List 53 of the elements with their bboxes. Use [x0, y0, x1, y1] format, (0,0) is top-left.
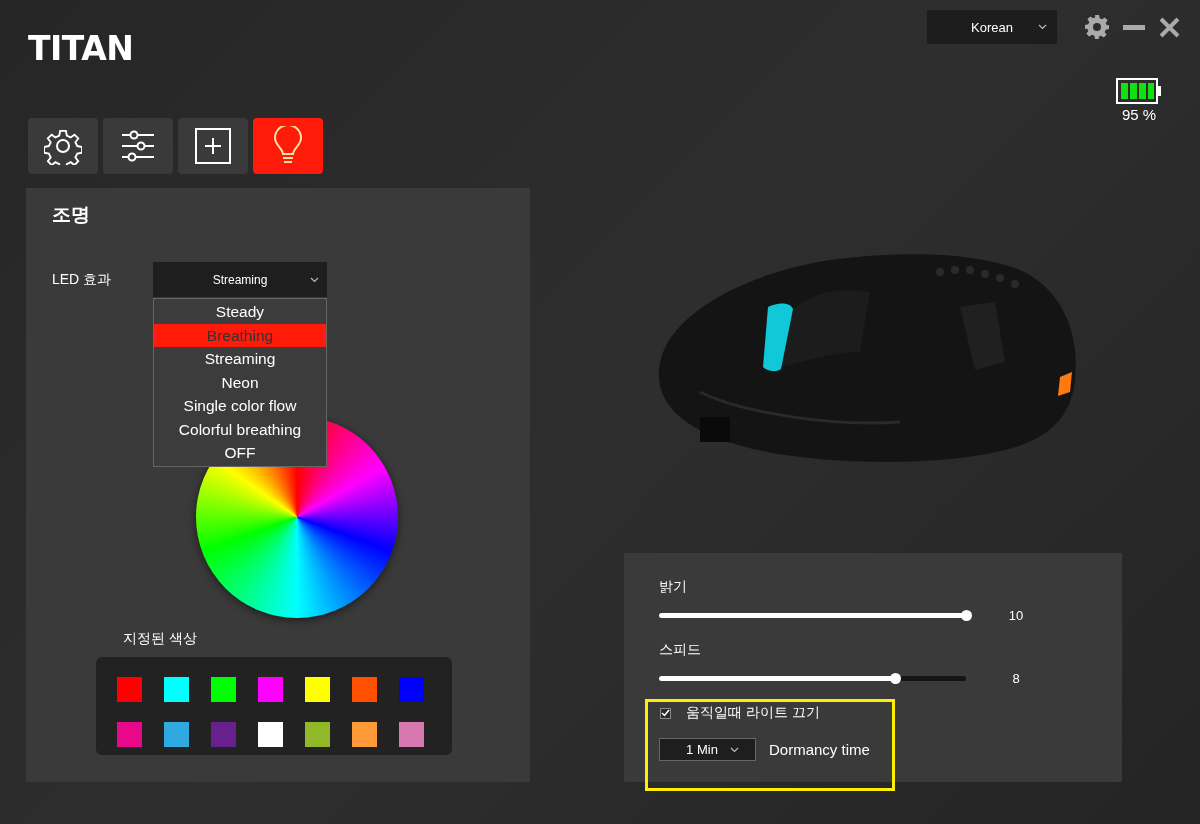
color-swatch[interactable] [211, 722, 236, 747]
color-swatch[interactable] [117, 722, 142, 747]
slider-label: 스피드 [659, 641, 701, 659]
macro-tab[interactable] [178, 118, 248, 174]
color-swatch[interactable] [352, 677, 377, 702]
panel-title: 조명 [52, 203, 90, 227]
led-effect-select[interactable]: Streaming [153, 262, 327, 297]
dropdown-option[interactable]: OFF [154, 441, 326, 465]
close-icon[interactable] [1159, 16, 1180, 38]
language-select[interactable]: Korean [927, 10, 1057, 44]
dropdown-option[interactable]: Neon [154, 370, 326, 394]
dropdown-option[interactable]: Streaming [154, 347, 326, 371]
settings-tab[interactable] [28, 118, 98, 174]
color-swatch[interactable] [258, 677, 283, 702]
chevron-down-icon [310, 277, 319, 283]
slider-thumb[interactable] [961, 609, 972, 621]
color-swatch[interactable] [211, 677, 236, 702]
dormancy-label: Dormancy time [769, 741, 870, 758]
settings-icon[interactable] [1085, 15, 1109, 39]
color-swatch[interactable] [164, 722, 189, 747]
dormancy-select[interactable]: 1 Min [659, 738, 756, 761]
color-swatch[interactable] [305, 677, 330, 702]
battery-percentage: 95 % [1121, 106, 1157, 123]
color-swatch[interactable] [117, 677, 142, 702]
color-swatch[interactable] [399, 722, 424, 747]
preset-colors-label: 지정된 색상 [123, 630, 197, 648]
chevron-down-icon [729, 746, 739, 753]
slider-thumb[interactable] [890, 672, 902, 684]
app-logo: TITAN [28, 32, 134, 66]
checkmark-icon [661, 709, 670, 717]
dropdown-option[interactable]: Single color flow [154, 394, 326, 418]
plus-box-icon [195, 128, 231, 164]
chevron-down-icon [1038, 24, 1047, 30]
color-swatch[interactable] [305, 722, 330, 747]
checkbox-label: 움직일때 라이트 끄기 [686, 704, 820, 722]
sliders-icon [121, 130, 155, 162]
checkbox[interactable] [660, 707, 671, 719]
dropdown-option[interactable]: Steady [154, 300, 326, 324]
slider-value: 8 [1011, 670, 1021, 686]
settings-icon [44, 127, 82, 165]
dropdown-option[interactable]: Colorful breathing [154, 417, 326, 441]
color-swatch[interactable] [399, 677, 424, 702]
color-swatch[interactable] [258, 722, 283, 747]
led-effect-label: LED 효과 [52, 270, 113, 289]
adjust-tab[interactable] [103, 118, 173, 174]
minimize-icon[interactable] [1123, 24, 1145, 30]
lightbulb-icon [273, 126, 303, 166]
color-swatch[interactable] [352, 722, 377, 747]
battery-icon [1116, 78, 1162, 104]
color-swatch[interactable] [164, 677, 189, 702]
slider-value: 10 [1007, 607, 1025, 623]
slider-label: 밝기 [659, 578, 687, 596]
lighting-tab[interactable] [253, 118, 323, 174]
